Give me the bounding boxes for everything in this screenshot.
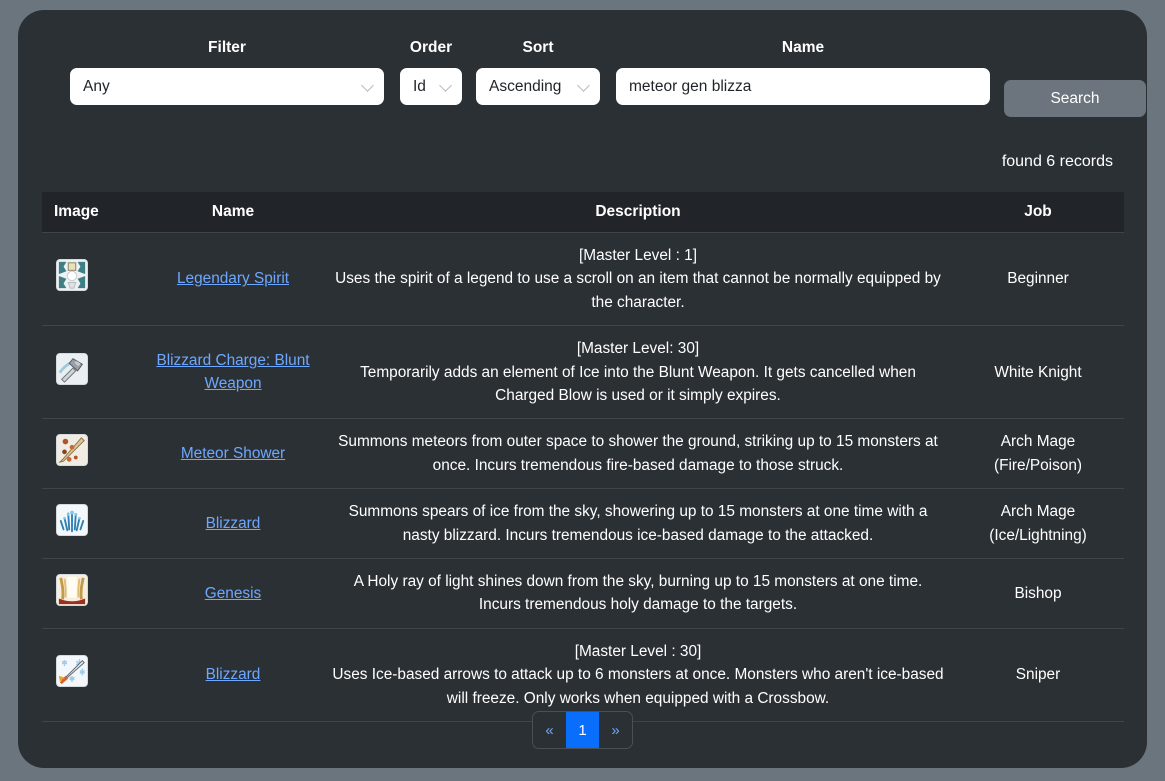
column-header-description: Description: [324, 192, 952, 233]
sort-label: Sort: [522, 39, 554, 56]
job-name: Beginner: [1007, 270, 1069, 288]
cell-name: Meteor Shower: [142, 418, 324, 490]
order-select-wrap: Id: [400, 68, 462, 105]
name-input-wrap: [616, 68, 990, 105]
cell-name: Blizzard: [142, 628, 324, 723]
job-name: Arch Mage: [1000, 503, 1076, 521]
skill-link[interactable]: Genesis: [205, 585, 261, 602]
search-input[interactable]: [616, 68, 990, 105]
skill-link[interactable]: Blizzard: [206, 515, 261, 532]
filter-select[interactable]: Any: [70, 68, 384, 105]
table-row: Blizzard [Master Level : 30] Uses Ice-base…: [42, 628, 1124, 723]
cell-job: Bishop: [952, 558, 1124, 629]
pagination-next-button[interactable]: »: [599, 712, 632, 748]
filter-field: Filter Any: [70, 38, 384, 105]
meteor-shower-icon: [56, 434, 88, 467]
job-name: Sniper: [1015, 666, 1061, 684]
master-level-label: [Master Level : 1]: [578, 247, 698, 264]
blizzard-icon: [56, 503, 88, 536]
table-header-row: Image Name Description Job: [42, 192, 1124, 233]
results-table-wrap: Image Name Description Job Legendary Spi…: [42, 192, 1124, 723]
cell-image: [42, 558, 142, 629]
skill-link[interactable]: Blizzard: [206, 666, 261, 683]
cell-image: [42, 325, 142, 420]
blizzard-arrow-icon: [56, 655, 88, 688]
sort-select-wrap: Ascending: [476, 68, 600, 105]
skill-link[interactable]: Blizzard Charge: Blunt Weapon: [156, 352, 309, 392]
skill-link[interactable]: Meteor Shower: [181, 445, 285, 462]
app-card: Filter Any Order Id Sort Ascending Name: [18, 10, 1147, 768]
description-text: Temporarily adds an element of Ice into …: [360, 363, 916, 405]
cell-description: Summons spears of ice from the sky, show…: [324, 488, 952, 560]
cell-job: Beginner: [952, 232, 1124, 327]
table-head: Image Name Description Job: [42, 192, 1124, 233]
cell-name: Legendary Spirit: [142, 232, 324, 327]
name-field: Name: [616, 38, 990, 105]
column-header-name: Name: [142, 192, 324, 233]
skill-link[interactable]: Legendary Spirit: [177, 270, 289, 287]
description-text: A Holy ray of light shines down from the…: [353, 573, 923, 614]
legendary-spirit-icon: [56, 259, 88, 292]
table-row: Legendary Spirit [Master Level : 1] Uses t…: [42, 232, 1124, 327]
job-name: Arch Mage: [1000, 433, 1076, 451]
cell-name: Genesis: [142, 558, 324, 629]
cell-description: A Holy ray of light shines down from the…: [324, 558, 952, 629]
cell-description: [Master Level: 30] Temporarily adds an el…: [324, 325, 952, 420]
blizzard-charge-blunt-weapon-icon: [56, 352, 88, 385]
order-label: Order: [409, 39, 453, 56]
cell-image: [42, 628, 142, 723]
description-text: Summons spears of ice from the sky, show…: [348, 503, 928, 544]
cell-description: [Master Level : 1] Uses the spirit of a l…: [324, 232, 952, 327]
order-field: Order Id: [400, 38, 462, 105]
master-level-label: [Master Level : 30]: [574, 642, 702, 660]
name-label: Name: [781, 39, 825, 56]
results-table: Image Name Description Job Legendary Spi…: [42, 192, 1124, 723]
description-text: Uses the spirit of a legend to use a scr…: [335, 270, 941, 311]
description-text: Summons meteors from outer space to show…: [338, 433, 938, 474]
pagination-prev-button[interactable]: «: [533, 712, 566, 748]
table-row: Meteor Shower Summons meteors from outer …: [42, 418, 1124, 490]
column-header-job: Job: [952, 192, 1124, 233]
sort-field: Sort Ascending: [476, 38, 600, 105]
description-text: Uses Ice-based arrows to attack up to 6 …: [332, 666, 944, 707]
filter-select-wrap: Any: [70, 68, 384, 105]
cell-description: Summons meteors from outer space to show…: [324, 418, 952, 490]
master-level-label: [Master Level: 30]: [576, 340, 700, 358]
job-name: Bishop: [1014, 584, 1062, 602]
table-body: Legendary Spirit [Master Level : 1] Uses t…: [42, 232, 1124, 723]
search-button[interactable]: Search: [1004, 80, 1146, 117]
pagination-page-1[interactable]: 1: [566, 712, 599, 748]
sort-select[interactable]: Ascending: [476, 68, 600, 105]
cell-job: Sniper: [952, 628, 1124, 723]
table-row: Genesis A Holy ray of light shines down f…: [42, 558, 1124, 629]
column-header-image: Image: [42, 192, 142, 233]
search-form: Filter Any Order Id Sort Ascending Name: [52, 38, 1146, 138]
table-row: Blizzard Charge: Blunt Weapon [Master Lev…: [42, 325, 1124, 420]
cell-image: [42, 232, 142, 327]
order-select[interactable]: Id: [400, 68, 462, 105]
cell-image: [42, 418, 142, 490]
cell-name: Blizzard Charge: Blunt Weapon: [142, 325, 324, 420]
cell-job: Arch Mage (Fire/Poison): [952, 418, 1124, 490]
cell-job: White Knight: [952, 325, 1124, 420]
table-row: Blizzard Summons spears of ice from the s…: [42, 488, 1124, 560]
genesis-icon: [56, 573, 88, 606]
cell-name: Blizzard: [142, 488, 324, 560]
job-name: White Knight: [994, 363, 1082, 381]
job-specialization: (Fire/Poison): [993, 456, 1083, 474]
job-specialization: (Ice/Lightning): [989, 526, 1087, 544]
pagination-group: « 1 »: [532, 711, 633, 749]
filter-label: Filter: [208, 39, 246, 56]
cell-description: [Master Level : 30] Uses Ice-based arrows…: [324, 628, 952, 723]
pagination: « 1 »: [18, 711, 1147, 749]
found-records-label: found 6 records: [1001, 153, 1113, 170]
cell-job: Arch Mage (Ice/Lightning): [952, 488, 1124, 560]
cell-image: [42, 488, 142, 560]
